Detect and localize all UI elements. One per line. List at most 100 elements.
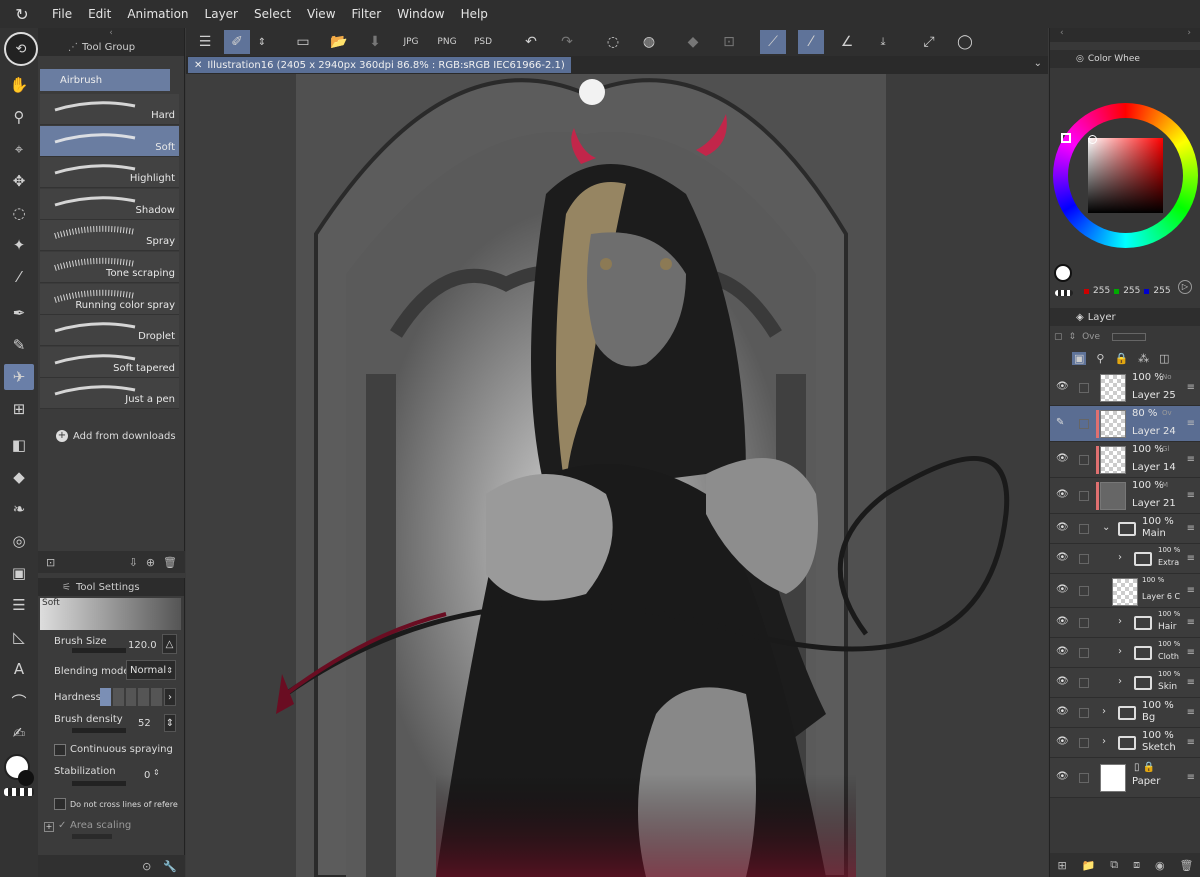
brush-size-shape-icon[interactable]: △ [162,634,177,654]
frame-icon[interactable]: ☰ [4,592,34,618]
layer-lock-checkbox[interactable] [1079,738,1089,748]
sub-color-swatch[interactable] [18,770,34,786]
hamburger-menu-icon[interactable]: ☰ [192,30,218,54]
brush-item[interactable]: Just a pen [40,378,179,410]
lasso-icon[interactable]: ◌ [4,200,34,226]
brush-item[interactable]: Droplet [40,315,179,347]
tool-switch-chevron-icon[interactable]: ⇕ [254,30,270,54]
menu-layer[interactable]: Layer [197,7,246,21]
lock-icon[interactable]: 🔒 [1114,352,1128,365]
layer-menu-icon[interactable]: ≡ [1187,382,1195,393]
menu-filter[interactable]: Filter [344,7,390,21]
layer-row[interactable]: 👁 › 100 % Cloth ≡ [1050,638,1200,668]
blend-stepper-icon[interactable]: ⇕ [1069,332,1077,342]
stabilization-value[interactable]: 0 [144,770,150,781]
folder-expand-chevron-icon[interactable]: › [1102,736,1106,747]
save-icon[interactable]: ⬇ [362,30,388,54]
folder-expand-chevron-icon[interactable]: › [1118,552,1122,563]
opacity-slider[interactable] [1112,333,1147,341]
correct-line-icon[interactable]: ✍ [4,720,34,746]
layer-lock-checkbox[interactable] [1079,524,1089,534]
download-material-icon[interactable]: ⤓ [870,30,896,54]
layer-row[interactable]: 👁 › 100 % Hair ≡ [1050,608,1200,638]
fill-icon[interactable]: ◆ [4,464,34,490]
decoration-icon[interactable]: ⊞ [4,396,34,422]
undo-icon[interactable]: ↶ [518,30,544,54]
export-png-icon[interactable]: PNG [434,30,460,54]
layer-row[interactable]: 👁 100 % No Layer 25 ≡ [1050,370,1200,406]
saturation-value-square[interactable] [1088,138,1163,213]
hardness-expand-icon[interactable]: › [164,688,176,706]
layer-row[interactable]: 👁 100 % Gl Layer 14 ≡ [1050,442,1200,478]
current-color-swatch[interactable] [1054,264,1072,282]
menu-edit[interactable]: Edit [80,7,119,21]
restore-icon[interactable]: ⊙ [142,860,151,873]
layer-panel-title[interactable]: Layer [1088,312,1116,323]
layer-lock-checkbox[interactable] [1079,383,1089,393]
layer-stack-icon[interactable]: ◈ [1076,312,1084,323]
blend-icon[interactable]: ❧ [4,496,34,522]
layer-menu-icon[interactable]: ≡ [1187,647,1195,658]
lock-transparency-icon[interactable]: ⁂ [1138,352,1149,365]
folder-expand-chevron-icon[interactable]: › [1118,676,1122,687]
menu-help[interactable]: Help [453,7,496,21]
hand-icon[interactable]: ✋ [4,72,34,98]
layer-frame-icon[interactable]: ▢ [1054,332,1063,342]
visibility-eye-icon[interactable]: 👁 [1056,453,1069,464]
delete-layer-icon[interactable]: 🗑 [1180,859,1194,872]
menu-window[interactable]: Window [389,7,452,21]
layer-row[interactable]: 👁 › 100 % Bg ≡ [1050,698,1200,728]
reference-layer-icon[interactable]: ⚲ [1096,352,1104,365]
ruler-icon[interactable]: ◺ [4,624,34,650]
color-wheel-tab-icon[interactable]: ◎ [1076,54,1084,64]
add-from-downloads-button[interactable]: + Add from downloads [56,430,176,442]
transparent-swatch-icon[interactable] [1055,290,1073,296]
visibility-eye-icon[interactable]: 👁 [1056,522,1069,533]
redo-icon[interactable]: ↷ [554,30,580,54]
layer-mask-icon[interactable]: ◉ [1155,859,1165,872]
selection-lasso-icon[interactable]: ◯ [952,30,978,54]
snap-special-icon[interactable]: ⁄ [798,30,824,54]
new-file-icon[interactable]: ▭ [290,30,316,54]
visibility-eye-icon[interactable]: 👁 [1056,646,1069,657]
operation-icon[interactable]: ⌖ [4,136,34,162]
ref-layer-checkbox[interactable] [54,798,66,810]
layer-menu-icon[interactable]: ≡ [1187,772,1195,783]
sub-tool-settings-icon[interactable]: ⊡ [46,556,55,569]
clip-layer-icon[interactable]: ▣ [1072,351,1087,365]
visibility-eye-icon[interactable]: 👁 [1056,736,1069,747]
duplicate-icon[interactable]: ⊕ [146,556,155,569]
layer-menu-icon[interactable]: ≡ [1187,418,1195,429]
new-raster-layer-icon[interactable]: ⊞ [1057,859,1066,872]
gradient-icon[interactable]: ▣ [4,560,34,586]
layer-transform-icon[interactable]: ◍ [636,30,662,54]
layer-row[interactable]: 👁 › 100 % Skin ≡ [1050,668,1200,698]
new-folder-icon[interactable]: 📁 [1082,859,1096,872]
airbrush-icon[interactable]: ✈ [4,364,34,390]
continuous-spraying-checkbox[interactable] [54,744,66,756]
figure-icon[interactable]: ◎ [4,528,34,554]
hue-cursor[interactable] [1061,133,1071,143]
pen-icon[interactable]: ✒ [4,300,34,326]
open-folder-icon[interactable]: 📂 [326,30,352,54]
export-jpg-icon[interactable]: JPG [398,30,424,54]
layer-row[interactable]: 👁 › 100 % Sketch ≡ [1050,728,1200,758]
layer-menu-icon[interactable]: ≡ [1187,707,1195,718]
layer-lock-checkbox[interactable] [1079,708,1089,718]
tab-dropdown-chevron-icon[interactable]: ⌄ [1034,58,1042,69]
transform-icon[interactable]: ◌ [600,30,626,54]
export-psd-icon[interactable]: PSD [470,30,496,54]
layer-lock-checkbox[interactable] [1079,586,1089,596]
layer-row[interactable]: ✎ 80 % Ov Layer 24 ≡ [1050,406,1200,442]
layer-row[interactable]: 👁 100 % M Layer 21 ≡ [1050,478,1200,514]
folder-expand-chevron-icon[interactable]: › [1118,616,1122,627]
layer-lock-checkbox[interactable] [1079,554,1089,564]
layer-lock-checkbox[interactable] [1079,491,1089,501]
wrench-icon[interactable]: 🔧 [163,860,177,873]
visibility-eye-icon[interactable]: 👁 [1056,771,1069,782]
layer-lock-checkbox[interactable] [1079,648,1089,658]
menu-file[interactable]: File [44,7,80,21]
layer-row[interactable]: 👁 › 100 % Extra ≡ [1050,544,1200,574]
brush-item[interactable]: Running color spray [40,283,179,315]
blend-mode-field[interactable]: Ove [1082,332,1100,342]
